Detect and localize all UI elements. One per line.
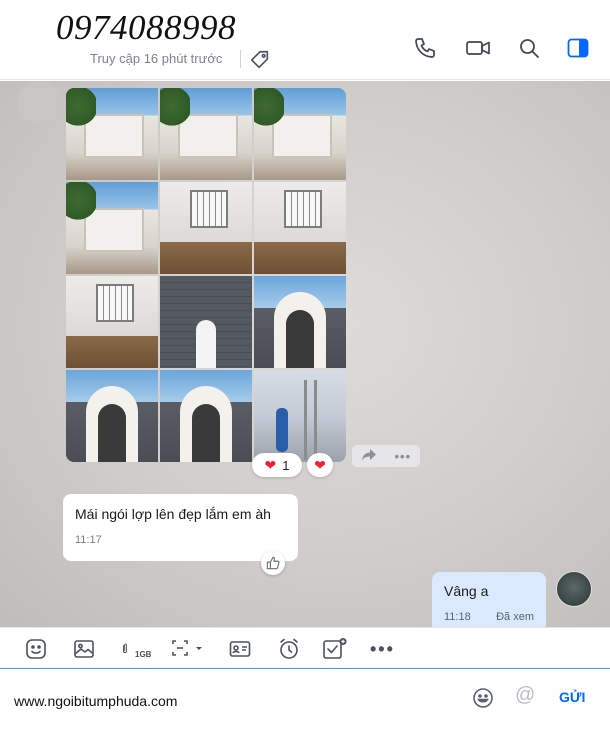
tag-icon[interactable] (249, 49, 271, 71)
contact-card-icon[interactable] (228, 636, 252, 662)
image-icon[interactable] (72, 636, 96, 662)
user-avatar[interactable] (556, 571, 592, 607)
sidebar-toggle-icon[interactable] (566, 36, 590, 60)
received-message[interactable]: Mái ngói lợp lên đẹp lắm em àh 11:17 (63, 494, 298, 561)
more-options-icon[interactable]: ••• (395, 449, 412, 464)
video-call-icon[interactable] (465, 36, 491, 60)
photo-thumbnail[interactable] (160, 370, 252, 462)
photo-thumbnail[interactable] (66, 88, 158, 180)
photo-album[interactable] (66, 88, 346, 462)
message-time: 11:17 (75, 534, 102, 546)
message-time: 11:18 (444, 611, 471, 623)
more-icon[interactable]: ••• (370, 636, 395, 662)
like-reaction-button[interactable] (261, 551, 285, 575)
message-text: Mái ngói lợp lên đẹp lắm em àh (75, 506, 271, 522)
reaction-count: 1 (282, 457, 290, 473)
contact-name[interactable]: 0974088998 (56, 8, 236, 48)
photo-thumbnail[interactable] (254, 88, 346, 180)
heart-icon: ❤ (314, 457, 326, 473)
photo-thumbnail[interactable] (160, 88, 252, 180)
chat-header: 0974088998 Truy cập 16 phút trước (0, 0, 610, 80)
contact-avatar[interactable] (18, 81, 62, 125)
sticker-icon[interactable] (24, 636, 48, 662)
message-input[interactable] (14, 691, 454, 711)
photo-thumbnail[interactable] (160, 182, 252, 274)
photo-thumbnail[interactable] (160, 276, 252, 368)
photo-thumbnail[interactable] (254, 276, 346, 368)
reaction-summary[interactable]: ❤ 1 (252, 453, 302, 477)
divider (240, 50, 241, 68)
last-active-status: Truy cập 16 phút trước (90, 51, 223, 66)
heart-icon: ❤ (264, 457, 277, 473)
message-list[interactable]: ❤ 1 ❤ ••• Mái ngói lợp lên đẹp lắm em àh… (0, 81, 610, 627)
screenshot-icon[interactable] (168, 636, 206, 662)
file-size-limit: 1GB (135, 649, 152, 659)
photo-thumbnail[interactable] (66, 276, 158, 368)
react-button[interactable]: ❤ (307, 453, 333, 477)
message-actions: ••• (352, 445, 420, 467)
photo-thumbnail[interactable] (66, 370, 158, 462)
mention-icon[interactable]: @ (515, 684, 535, 707)
task-icon[interactable] (322, 636, 348, 662)
composer-toolbar: 1GB ••• (0, 627, 610, 669)
photo-thumbnail[interactable] (254, 182, 346, 274)
photo-thumbnail[interactable] (66, 182, 158, 274)
photo-thumbnail[interactable] (254, 370, 346, 462)
search-icon[interactable] (517, 36, 541, 60)
forward-icon[interactable] (361, 448, 377, 465)
emoji-icon[interactable] (471, 686, 495, 710)
sent-message[interactable]: Vâng a 11:18 Đã xem (432, 572, 546, 627)
message-text: Vâng a (444, 583, 489, 599)
seen-status: Đã xem (496, 611, 534, 623)
thumbs-up-icon (266, 556, 280, 570)
attachment-icon[interactable]: 1GB (120, 636, 151, 662)
composer: @ GỬI (0, 670, 610, 731)
send-button[interactable]: GỬI (559, 689, 585, 705)
phone-icon[interactable] (413, 36, 437, 60)
reminder-icon[interactable] (277, 636, 301, 662)
